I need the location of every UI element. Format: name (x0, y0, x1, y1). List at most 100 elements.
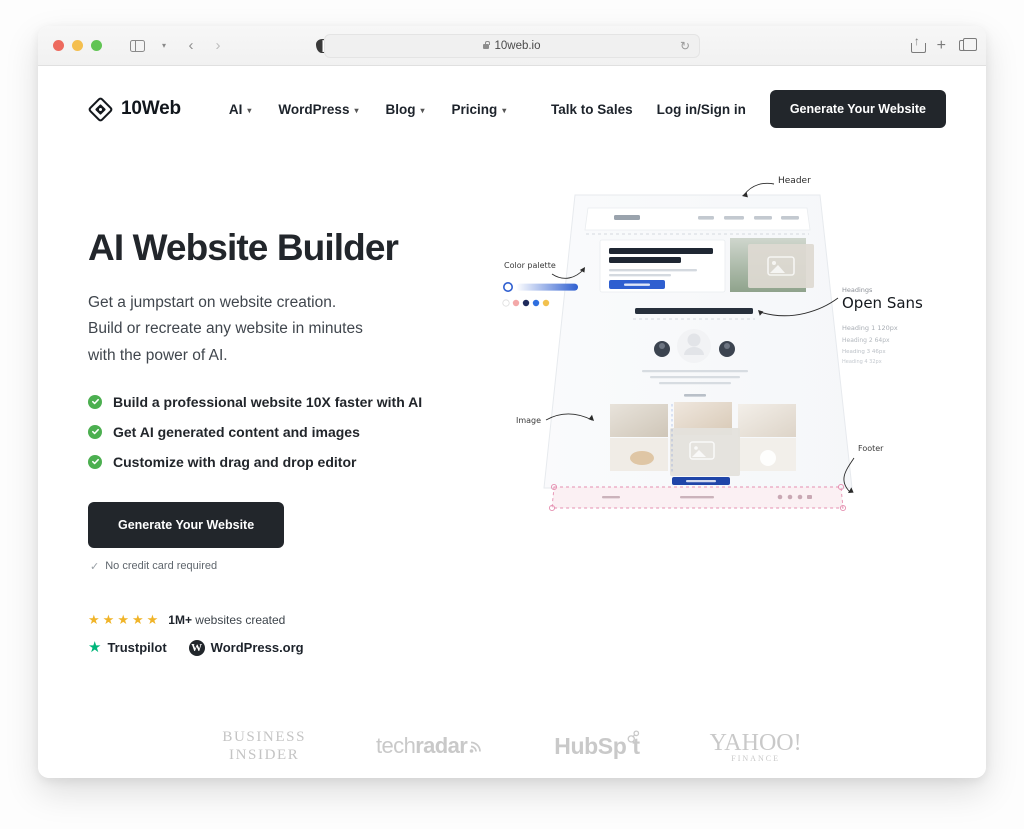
header-generate-website-button[interactable]: Generate Your Website (769, 90, 946, 128)
10web-diamond-logo (88, 97, 113, 122)
logo-line: INSIDER (229, 747, 300, 764)
list-item: Customize with drag and drop editor (88, 454, 488, 470)
reload-icon[interactable]: ↻ (680, 39, 690, 53)
trustpilot-badge[interactable]: ★ Trustpilot (88, 640, 167, 655)
window-controls[interactable] (53, 40, 102, 51)
back-arrow-icon[interactable]: ‹ (179, 34, 203, 58)
hero-subtitle-line: with the power of AI. (88, 347, 228, 364)
main-nav: AI ▾ WordPress ▾ Blog ▾ Pricing ▾ (229, 102, 506, 117)
chevron-down-icon: ▾ (502, 105, 507, 115)
wordpress-logo-icon: W (188, 639, 205, 656)
svg-text:Footer: Footer (858, 444, 884, 453)
page-title: AI Website Builder (88, 227, 399, 268)
star-rating: ★ ★ ★ ★ ★ (88, 613, 158, 626)
nav-item-ai[interactable]: AI ▾ (229, 102, 252, 117)
lock-icon (483, 40, 491, 49)
logo-text-light: tech (376, 733, 416, 759)
chevron-down-icon: ▾ (354, 105, 359, 115)
website-mockup-illustration: Header Color palette Headings Open Sans … (502, 176, 923, 512)
list-item: Build a professional website 10X faster … (88, 394, 488, 410)
nav-label: WordPress (278, 101, 350, 117)
svg-text:Heading 3 46px: Heading 3 46px (842, 349, 886, 355)
nav-label: Pricing (451, 101, 498, 117)
toolbar-left-controls: ▾ ‹ › (125, 34, 230, 58)
hero-subtitle-line: Build or recreate any website in minutes (88, 320, 363, 338)
close-window-button[interactable] (53, 40, 64, 51)
chevron-down-icon[interactable]: ▾ (152, 34, 176, 58)
check-icon: ✓ (90, 560, 100, 573)
talk-to-sales-link[interactable]: Talk to Sales (551, 102, 633, 117)
hero-section: AI Website Builder Get a jumpstart on we… (38, 132, 986, 656)
logo-line: BUSINESS (222, 728, 307, 745)
forward-arrow-icon[interactable]: › (206, 34, 230, 58)
feature-label: Customize with drag and drop editor (113, 453, 357, 470)
mockup-hero-image (730, 238, 814, 292)
star-icon: ★ (131, 612, 144, 628)
mockup-footer (548, 483, 847, 512)
tab-overview-icon[interactable] (959, 37, 977, 51)
browser-toolbar: ▾ ‹ › 10web.io ↻ + (38, 26, 986, 66)
web-page: 10Web AI ▾ WordPress ▾ Blog ▾ Pricing ▾ … (38, 66, 986, 778)
nav-item-pricing[interactable]: Pricing ▾ (451, 102, 506, 117)
yahoo-finance-logo: YAHOO! FINANCE (710, 730, 802, 763)
star-icon: ★ (117, 612, 129, 628)
business-insider-logo: BUSINESS INSIDER (222, 728, 306, 766)
trust-badges: ★ Trustpilot W WordPress.org (88, 639, 488, 656)
wordpress-badge[interactable]: W WordPress.org (188, 639, 304, 656)
no-credit-card-note: ✓ No credit card required (88, 560, 488, 573)
annotation-header: Header (742, 176, 811, 198)
header-actions: Talk to Sales Log in/Sign in Generate Yo… (551, 90, 946, 128)
svg-text:Image: Image (516, 416, 541, 425)
star-icon: ★ (146, 612, 159, 628)
screenshot-root: ▾ ‹ › 10web.io ↻ + (0, 0, 1024, 829)
list-item: Get AI generated content and images (88, 424, 488, 440)
maximize-window-button[interactable] (91, 40, 102, 51)
brand-logo[interactable]: 10Web (88, 97, 181, 122)
check-icon (88, 394, 102, 409)
share-icon[interactable] (910, 35, 926, 53)
login-signin-link[interactable]: Log in/Sign in (657, 102, 746, 117)
svg-text:Heading 4 32px: Heading 4 32px (842, 359, 882, 365)
hero-subtitle-line: Get a jumpstart on website creation. (88, 293, 337, 311)
logo-text-bold: radar (415, 733, 468, 759)
trust-label: Trustpilot (107, 640, 167, 656)
trust-label: WordPress.org (210, 640, 304, 656)
check-icon (88, 454, 102, 469)
hero-generate-website-button[interactable]: Generate Your Website (88, 501, 285, 548)
url-text: 10web.io (494, 40, 541, 52)
hero-content: AI Website Builder Get a jumpstart on we… (88, 170, 488, 656)
hero-illustration: Header Color palette Headings Open Sans … (488, 170, 946, 520)
feature-label: Build a professional website 10X faster … (113, 393, 423, 410)
nav-label: Blog (385, 101, 416, 117)
sprocket-icon (627, 722, 640, 749)
check-icon (88, 424, 102, 439)
svg-text:Color palette: Color palette (504, 261, 556, 270)
no-credit-card-text: No credit card required (105, 560, 218, 573)
feature-list: Build a professional website 10X faster … (88, 394, 488, 470)
trustpilot-star-icon: ★ (88, 639, 102, 657)
logo-line: YAHOO! (709, 729, 802, 756)
signal-icon (468, 733, 484, 759)
browser-window: ▾ ‹ › 10web.io ↻ + (38, 26, 986, 778)
svg-text:Heading 2 64px: Heading 2 64px (842, 337, 890, 344)
nav-item-blog[interactable]: Blog ▾ (385, 102, 424, 117)
plus-icon[interactable]: + (937, 37, 946, 54)
svg-text:Heading 1 120px: Heading 1 120px (842, 324, 898, 332)
star-icon: ★ (102, 612, 115, 628)
minimize-window-button[interactable] (72, 40, 83, 51)
nav-label: AI (228, 101, 243, 117)
websites-count-suffix: websites created (191, 612, 286, 627)
logo-text: HubSp (554, 732, 627, 759)
toolbar-right-controls: + (910, 35, 977, 54)
mockup-hero-card (599, 239, 726, 293)
websites-count: 1M+ (168, 612, 192, 627)
svg-text:Open Sans: Open Sans (842, 294, 923, 312)
techradar-logo: tech radar (376, 733, 484, 759)
svg-text:Headings: Headings (842, 286, 873, 294)
hubspot-logo: HubSp t (554, 730, 640, 760)
nav-item-wordpress[interactable]: WordPress ▾ (278, 102, 358, 117)
chevron-down-icon: ▾ (247, 105, 252, 115)
sidebar-toggle-icon[interactable] (125, 34, 149, 58)
chevron-down-icon: ▾ (420, 105, 425, 115)
address-bar[interactable]: 10web.io ↻ (324, 34, 700, 58)
